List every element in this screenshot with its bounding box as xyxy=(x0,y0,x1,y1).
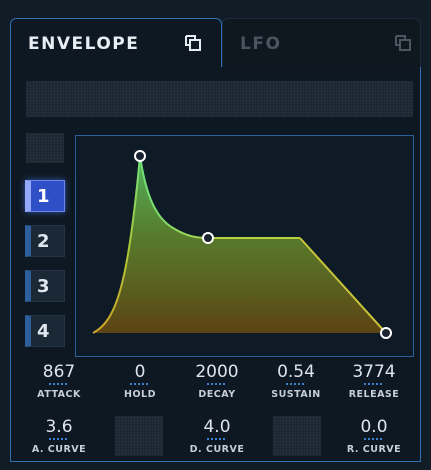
tab-connector xyxy=(11,66,221,68)
attack-value: 867 xyxy=(42,362,76,382)
sustain-value: 0.54 xyxy=(277,362,315,382)
envelope-slot-3[interactable]: 3 xyxy=(25,270,65,302)
envelope-graph[interactable] xyxy=(75,135,414,357)
popout-icon[interactable] xyxy=(393,33,413,53)
release-curve-value: 0.0 xyxy=(360,417,388,437)
envelope-slot-label: 4 xyxy=(37,321,50,342)
release-value: 3774 xyxy=(352,362,396,382)
release-curve-knob[interactable]: 0.0 R. CURVE xyxy=(338,417,410,455)
decay-knob[interactable]: 2000 DECAY xyxy=(181,362,253,400)
hold-label: HOLD xyxy=(124,389,156,400)
envelope-peak-handle[interactable] xyxy=(134,150,146,162)
envelope-release-handle[interactable] xyxy=(380,327,392,339)
sustain-knob[interactable]: 0.54 SUSTAIN xyxy=(260,362,332,400)
tab-envelope-label: ENVELOPE xyxy=(28,34,140,54)
envelope-slot-1[interactable]: 1 xyxy=(25,180,65,212)
release-label: RELEASE xyxy=(348,389,400,400)
decay-value: 2000 xyxy=(195,362,239,382)
value-underline xyxy=(364,383,384,385)
envelope-overview-bar xyxy=(25,80,414,118)
envelope-panel: ENVELOPE LFO 1 2 3 4 867 ATTACK 0 HOLD 2… xyxy=(0,0,431,470)
envelope-slot-2[interactable]: 2 xyxy=(25,225,65,257)
popout-icon[interactable] xyxy=(183,33,203,53)
attack-curve-knob[interactable]: 3.6 A. CURVE xyxy=(23,417,95,455)
sustain-label: SUSTAIN xyxy=(271,389,321,400)
attack-curve-value: 3.6 xyxy=(45,417,73,437)
attack-knob[interactable]: 867 ATTACK xyxy=(23,362,95,400)
attack-label: ATTACK xyxy=(37,389,81,400)
envelope-slot-label: 2 xyxy=(37,231,50,252)
envelope-slot-empty xyxy=(25,132,65,164)
attack-curve-label: A. CURVE xyxy=(31,444,87,455)
tab-lfo-label: LFO xyxy=(240,34,282,54)
value-underline xyxy=(286,383,306,385)
tab-lfo[interactable]: LFO xyxy=(222,18,421,68)
release-curve-label: R. CURVE xyxy=(346,444,402,455)
decay-label: DECAY xyxy=(198,389,236,400)
envelope-slot-label: 1 xyxy=(37,186,50,207)
decay-curve-knob[interactable]: 4.0 D. CURVE xyxy=(181,417,253,455)
empty-param-slot xyxy=(272,415,322,457)
value-underline xyxy=(207,438,227,440)
hold-knob[interactable]: 0 HOLD xyxy=(104,362,176,400)
hold-value: 0 xyxy=(134,362,146,382)
empty-param-slot xyxy=(114,415,164,457)
value-underline xyxy=(364,438,384,440)
envelope-slot-4[interactable]: 4 xyxy=(25,315,65,347)
envelope-sustain-handle[interactable] xyxy=(202,232,214,244)
decay-curve-value: 4.0 xyxy=(203,417,231,437)
decay-curve-label: D. CURVE xyxy=(189,444,245,455)
value-underline xyxy=(49,383,69,385)
value-underline xyxy=(49,438,69,440)
release-knob[interactable]: 3774 RELEASE xyxy=(338,362,410,400)
tab-envelope[interactable]: ENVELOPE xyxy=(10,18,222,68)
value-underline xyxy=(207,383,227,385)
envelope-slot-label: 3 xyxy=(37,276,50,297)
value-underline xyxy=(130,383,150,385)
